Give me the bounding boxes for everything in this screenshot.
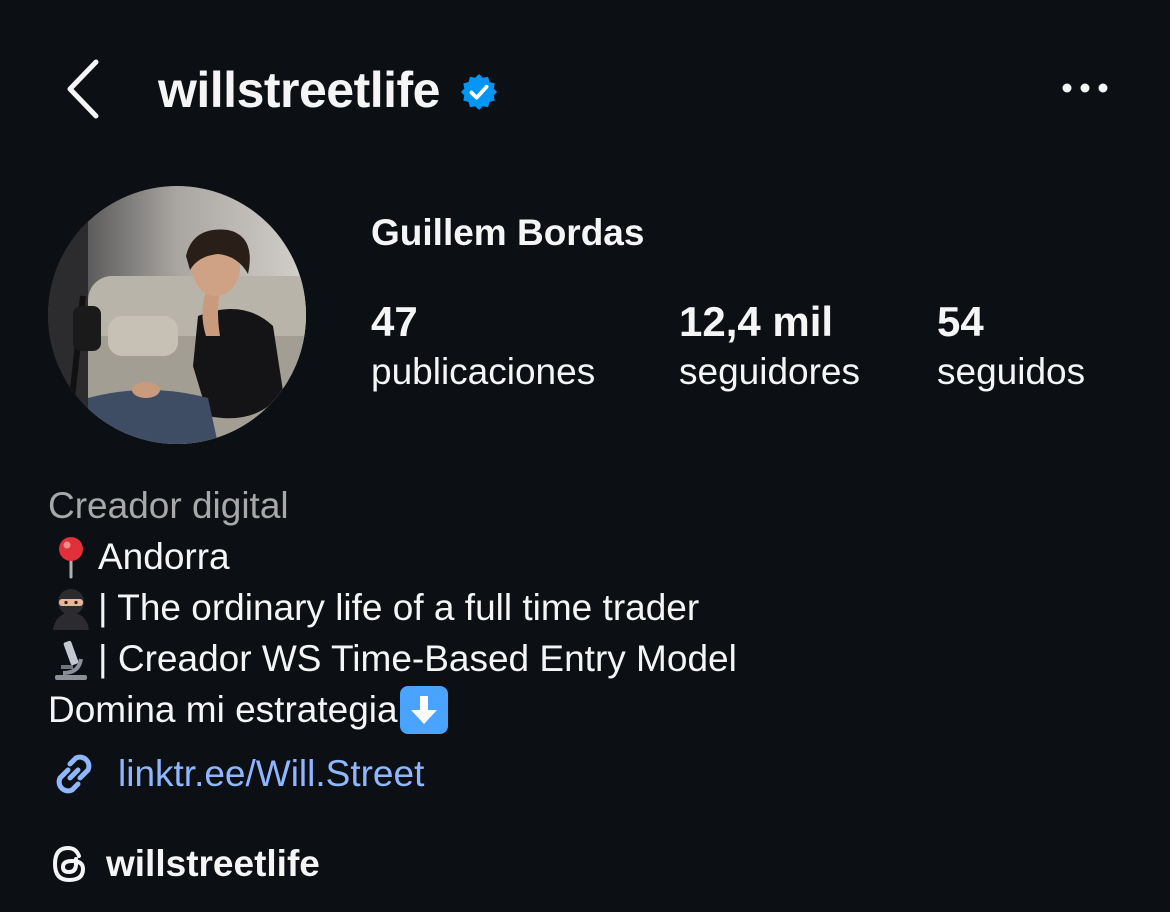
threads-icon bbox=[53, 846, 85, 882]
followers-count[interactable]: 12,4 mil seguidores bbox=[679, 296, 860, 396]
bio-line-creator: | Creador WS Time-Based Entry Model bbox=[48, 633, 1128, 684]
followers-count-value: 12,4 mil bbox=[679, 298, 834, 345]
posts-count-value: 47 bbox=[371, 298, 418, 345]
following-count[interactable]: 54 seguidos bbox=[937, 296, 1085, 396]
header-username: willstreetlife bbox=[158, 62, 441, 118]
more-horizontal-icon bbox=[1062, 83, 1108, 93]
ninja-icon bbox=[48, 585, 94, 631]
following-count-value: 54 bbox=[937, 298, 984, 345]
posts-count[interactable]: 47 publicaciones bbox=[371, 296, 595, 396]
bio-line-strategy: Domina mi estrategia bbox=[48, 684, 1128, 735]
verified-badge-icon bbox=[460, 73, 498, 111]
followers-count-label: seguidores bbox=[679, 351, 861, 392]
chevron-left-icon bbox=[67, 59, 99, 119]
following-count-label: seguidos bbox=[937, 351, 1086, 392]
posts-count-label: publicaciones bbox=[371, 351, 596, 392]
bio-location-line: Andorra bbox=[48, 531, 1128, 582]
more-options-button[interactable] bbox=[1055, 68, 1119, 108]
threads-badge[interactable]: willstreetlife bbox=[48, 836, 320, 892]
link-icon bbox=[56, 754, 92, 794]
profile-header: willstreetlife bbox=[0, 0, 1170, 180]
avatar[interactable] bbox=[48, 186, 306, 444]
external-link[interactable]: linktr.ee/Will.Street bbox=[48, 746, 424, 802]
profile-photo bbox=[48, 186, 306, 444]
bio-category: Creador digital bbox=[48, 485, 289, 526]
bio-line-trader: | The ordinary life of a full time trade… bbox=[48, 582, 1128, 633]
down-arrow-button-icon bbox=[399, 685, 448, 734]
link-text[interactable]: linktr.ee/Will.Street bbox=[118, 753, 424, 795]
threads-handle: willstreetlife bbox=[106, 843, 320, 884]
back-button[interactable] bbox=[56, 56, 112, 122]
pushpin-icon bbox=[48, 534, 94, 580]
display-name: Guillem Bordas bbox=[371, 212, 645, 253]
microscope-icon bbox=[48, 636, 94, 682]
username-title: willstreetlife bbox=[158, 58, 498, 122]
bio-location: Andorra bbox=[98, 536, 230, 577]
bio-line1: | The ordinary life of a full time trade… bbox=[98, 587, 700, 628]
bio: Creador digital Andorra | The ordinary l… bbox=[48, 480, 1128, 735]
bio-line3: Domina mi estrategia bbox=[48, 689, 398, 730]
bio-line2: | Creador WS Time-Based Entry Model bbox=[98, 638, 737, 679]
